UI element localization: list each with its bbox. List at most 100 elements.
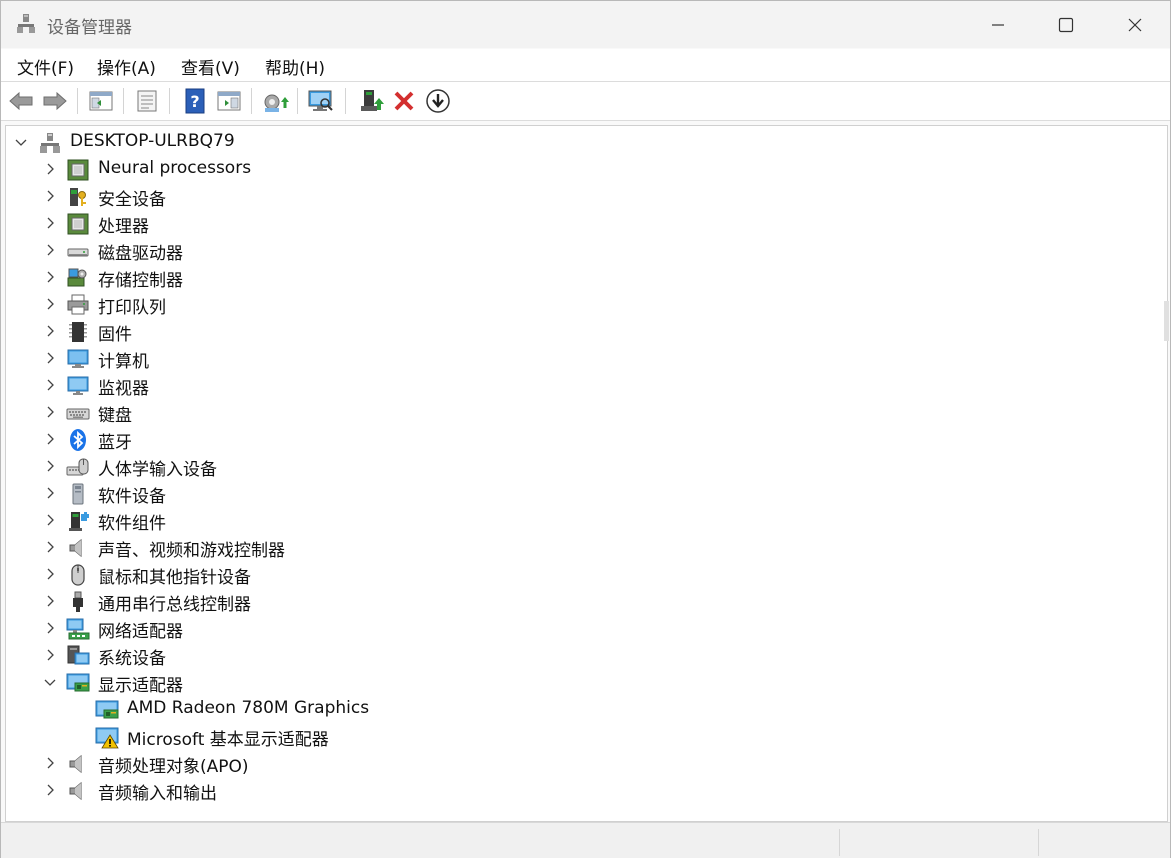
status-bar [1, 822, 1170, 858]
tree-node-label: 键盘 [98, 406, 132, 426]
tree-category-2[interactable]: 处理器 [6, 210, 1167, 237]
tree-category-19[interactable]: 显示适配器 [6, 669, 1167, 696]
tree-category-20[interactable]: 音频处理对象(APO) [6, 750, 1167, 777]
tree-category-17[interactable]: 网络适配器 [6, 615, 1167, 642]
tree-category-4[interactable]: 存储控制器 [6, 264, 1167, 291]
tree-category-16[interactable]: 通用串行总线控制器 [6, 588, 1167, 615]
chevron-right-icon[interactable] [42, 431, 58, 447]
chevron-right-icon[interactable] [42, 593, 58, 609]
tree-node-label: 打印队列 [98, 298, 166, 318]
chevron-down-icon[interactable] [42, 674, 58, 690]
tree-category-5[interactable]: 打印队列 [6, 291, 1167, 318]
maximize-icon [1058, 17, 1074, 32]
tree-device-19-0[interactable]: AMD Radeon 780M Graphics [6, 696, 1167, 723]
scrollbar-hint[interactable] [1164, 301, 1169, 341]
mouse-icon [66, 563, 90, 587]
chevron-right-icon[interactable] [42, 377, 58, 393]
tree-node-label: 软件设备 [98, 487, 166, 507]
tree-category-10[interactable]: 蓝牙 [6, 426, 1167, 453]
chevron-right-icon[interactable] [42, 485, 58, 501]
chevron-right-icon[interactable] [42, 620, 58, 636]
tree-node-label: 鼠标和其他指针设备 [98, 568, 251, 588]
chevron-right-icon[interactable] [42, 458, 58, 474]
forward-button[interactable] [41, 87, 69, 115]
close-button[interactable] [1101, 1, 1169, 48]
tree-category-6[interactable]: 固件 [6, 318, 1167, 345]
menu-view[interactable]: 查看(V) [181, 54, 240, 79]
uninstall-device-button[interactable] [390, 87, 418, 115]
scan-hardware-button[interactable] [307, 87, 335, 115]
action-pane-button[interactable] [215, 87, 243, 115]
chevron-right-icon[interactable] [42, 188, 58, 204]
tree-category-15[interactable]: 鼠标和其他指针设备 [6, 561, 1167, 588]
chip-icon [66, 158, 90, 182]
tree-category-0[interactable]: Neural processors [6, 156, 1167, 183]
chevron-right-icon[interactable] [42, 782, 58, 798]
tree-node-label: Neural processors [98, 158, 252, 178]
enable-device-button[interactable] [357, 87, 385, 115]
chevron-right-icon[interactable] [42, 215, 58, 231]
tree-category-1[interactable]: 安全设备 [6, 183, 1167, 210]
tree-category-11[interactable]: 人体学输入设备 [6, 453, 1167, 480]
chevron-right-icon[interactable] [42, 404, 58, 420]
tree-category-7[interactable]: 计算机 [6, 345, 1167, 372]
computer-root-icon [38, 131, 62, 155]
chevron-right-icon[interactable] [42, 296, 58, 312]
security-key-icon [66, 185, 90, 209]
tree-category-21[interactable]: 音频输入和输出 [6, 777, 1167, 804]
menu-action[interactable]: 操作(A) [97, 54, 156, 79]
properties-button[interactable] [133, 87, 161, 115]
tree-category-3[interactable]: 磁盘驱动器 [6, 237, 1167, 264]
tree-category-12[interactable]: 软件设备 [6, 480, 1167, 507]
tree-node-label: 系统设备 [98, 649, 166, 669]
tree-category-9[interactable]: 键盘 [6, 399, 1167, 426]
device-tree[interactable]: DESKTOP-ULRBQ79 Neural processors 安全设备 处理器磁… [5, 125, 1168, 822]
minimize-button[interactable] [964, 1, 1032, 48]
chevron-right-icon[interactable] [42, 269, 58, 285]
tree-category-13[interactable]: 软件组件 [6, 507, 1167, 534]
tree-category-18[interactable]: 系统设备 [6, 642, 1167, 669]
chevron-right-icon[interactable] [42, 512, 58, 528]
tree-node-label: AMD Radeon 780M Graphics [127, 698, 370, 718]
chevron-right-icon[interactable] [42, 539, 58, 555]
minimize-icon [992, 23, 1004, 26]
chevron-right-icon[interactable] [42, 350, 58, 366]
chevron-right-icon[interactable] [42, 647, 58, 663]
tree-node-label: 网络适配器 [98, 622, 183, 642]
chevron-right-icon[interactable] [42, 566, 58, 582]
maximize-button[interactable] [1032, 1, 1100, 48]
tree-node-label: 计算机 [98, 352, 149, 372]
tree-category-14[interactable]: 声音、视频和游戏控制器 [6, 534, 1167, 561]
monitor-icon [66, 374, 90, 398]
tree-node-label: 蓝牙 [98, 433, 132, 453]
tree-device-19-1[interactable]: Microsoft 基本显示适配器 [6, 723, 1167, 750]
console-tree-button[interactable] [87, 87, 115, 115]
chevron-right-icon[interactable] [42, 755, 58, 771]
menu-file[interactable]: 文件(F) [17, 54, 74, 79]
network-adapter-icon [66, 617, 90, 641]
chevron-down-icon[interactable] [13, 134, 29, 150]
chevron-right-icon[interactable] [42, 323, 58, 339]
hid-icon [66, 455, 90, 479]
device-manager-window: 设备管理器 文件(F) 操作(A) 查看(V) 帮助(H) ? DESKTOP-… [0, 0, 1171, 858]
enable-device-icon [361, 90, 384, 111]
chevron-right-icon[interactable] [42, 161, 58, 177]
help-button[interactable]: ? [181, 87, 209, 115]
help-icon: ? [185, 88, 205, 114]
window-title: 设备管理器 [47, 18, 132, 38]
scan-hardware-icon [308, 90, 333, 111]
back-button[interactable] [7, 87, 35, 115]
display-adapter-icon [95, 698, 119, 722]
chevron-right-icon[interactable] [42, 242, 58, 258]
tree-category-8[interactable]: 监视器 [6, 372, 1167, 399]
tree-node-label: 声音、视频和游戏控制器 [98, 541, 285, 561]
tree-node-label: 存储控制器 [98, 271, 183, 291]
console-tree-icon [89, 91, 113, 111]
tree-node-label: 音频处理对象(APO) [98, 757, 249, 777]
menu-help[interactable]: 帮助(H) [265, 54, 325, 79]
download-driver-button[interactable] [424, 87, 452, 115]
software-device-icon [66, 482, 90, 506]
update-driver-button[interactable] [261, 87, 289, 115]
tree-root-computer[interactable]: DESKTOP-ULRBQ79 [6, 129, 1167, 156]
title-bar: 设备管理器 [1, 1, 1170, 48]
